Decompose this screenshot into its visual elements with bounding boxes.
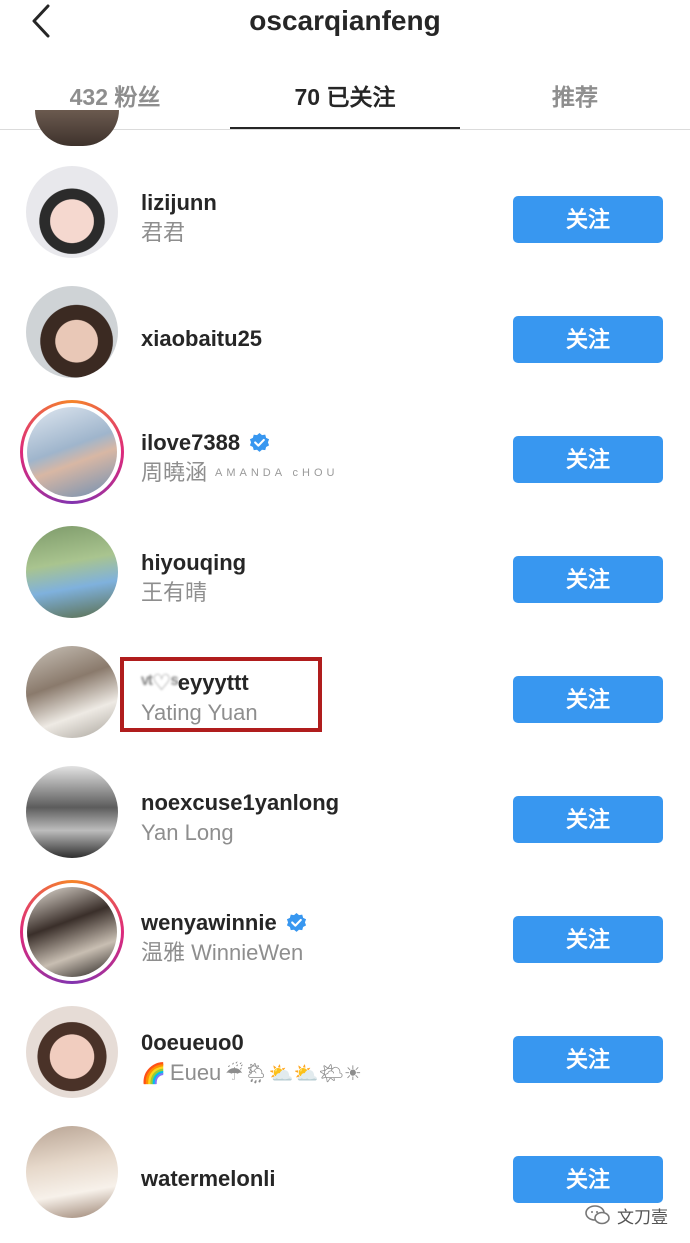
display-name: 君君 [141, 220, 186, 245]
follow-button[interactable]: 关注 [513, 676, 663, 723]
cloud-sun-emoji-icon: ⛅ [268, 1061, 294, 1085]
list-item[interactable]: wenyawinnie 温雅 WinnieWen 关注 [0, 880, 690, 1000]
avatar[interactable] [20, 640, 124, 744]
umbrella-rain-emoji-icon: ☔ [225, 1061, 244, 1085]
tab-followers[interactable]: 432 粉丝 [0, 78, 230, 112]
display-name: 王有晴 [141, 580, 208, 605]
avatar[interactable] [20, 280, 124, 384]
follow-button[interactable]: 关注 [513, 196, 663, 243]
list-item[interactable]: noexcuse1yanlong Yan Long 关注 [0, 760, 690, 880]
follow-button[interactable]: 关注 [513, 1036, 663, 1083]
avatar-story-ring[interactable] [20, 400, 124, 504]
sun-rain-cloud-emoji-icon: 🌦 [243, 1061, 269, 1085]
follow-button[interactable]: 关注 [513, 436, 663, 483]
list-item[interactable]: 0oeueuo0 🌈 Eueu ☔ 🌦 ⛅ ⛅ 🌤 ☀ 关注 [0, 1000, 690, 1120]
avatar[interactable] [20, 760, 124, 864]
username[interactable]: watermelonli [141, 1166, 275, 1192]
username[interactable]: xiaobaitu25 [141, 326, 262, 352]
username[interactable]: ilove7388 [141, 430, 240, 456]
sun-emoji-icon: ☀ [343, 1061, 362, 1085]
username[interactable]: wenyawinnie [141, 910, 277, 936]
verified-badge-icon [248, 432, 271, 455]
username[interactable]: 0oeueuo0 [141, 1030, 362, 1056]
avatar[interactable] [20, 1120, 124, 1224]
follow-button[interactable]: 关注 [513, 316, 663, 363]
sun-small-cloud-emoji-icon: 🌤 [318, 1061, 344, 1085]
display-name-tagline: AMANDA cHOU [215, 467, 339, 479]
avatar[interactable] [20, 160, 124, 264]
display-name: 周曉涵 [141, 460, 208, 485]
list-item[interactable]: ilove7388 周曉涵 AMANDA cHOU 关注 [0, 400, 690, 520]
rainbow-emoji-icon: 🌈 [141, 1061, 166, 1085]
avatar-partial[interactable] [35, 110, 119, 146]
avatar[interactable] [20, 1000, 124, 1104]
annotation-highlight-box [120, 657, 322, 732]
username[interactable]: noexcuse1yanlong [141, 790, 339, 816]
tab-following[interactable]: 70 已关注 [230, 78, 460, 112]
header: oscarqianfeng [0, 0, 690, 48]
watermark: 文刀壹 [585, 1200, 668, 1230]
list-item[interactable]: xiaobaitu25 关注 [0, 280, 690, 400]
page-title: oscarqianfeng [249, 5, 441, 36]
verified-badge-icon [285, 912, 308, 935]
follow-button[interactable]: 关注 [513, 916, 663, 963]
username[interactable]: lizijunn [141, 190, 217, 216]
following-list: lizijunn 君君 关注 xiaobaitu25 关注 ilove7388 … [0, 160, 690, 1240]
username[interactable]: hiyouqing [141, 550, 246, 576]
list-item[interactable]: lizijunn 君君 关注 [0, 160, 690, 280]
display-name: Eueu [169, 1060, 222, 1085]
active-tab-indicator [230, 127, 460, 129]
display-name: 温雅 WinnieWen [141, 940, 304, 965]
display-name: Yan Long [141, 820, 234, 845]
avatar[interactable] [20, 520, 124, 624]
follow-button[interactable]: 关注 [513, 796, 663, 843]
avatar-story-ring[interactable] [20, 880, 124, 984]
follow-button[interactable]: 关注 [513, 1156, 663, 1203]
list-item[interactable]: hiyouqing 王有晴 关注 [0, 520, 690, 640]
tab-suggested[interactable]: 推荐 [460, 78, 690, 112]
list-item[interactable]: ᵛᵗ♡ˢ eyyyttt Yating Yuan 关注 [0, 640, 690, 760]
follow-button[interactable]: 关注 [513, 556, 663, 603]
watermark-text: 文刀壹 [617, 1207, 668, 1227]
cloud-sun-emoji-icon: ⛅ [293, 1061, 319, 1085]
wechat-icon [585, 1205, 610, 1225]
